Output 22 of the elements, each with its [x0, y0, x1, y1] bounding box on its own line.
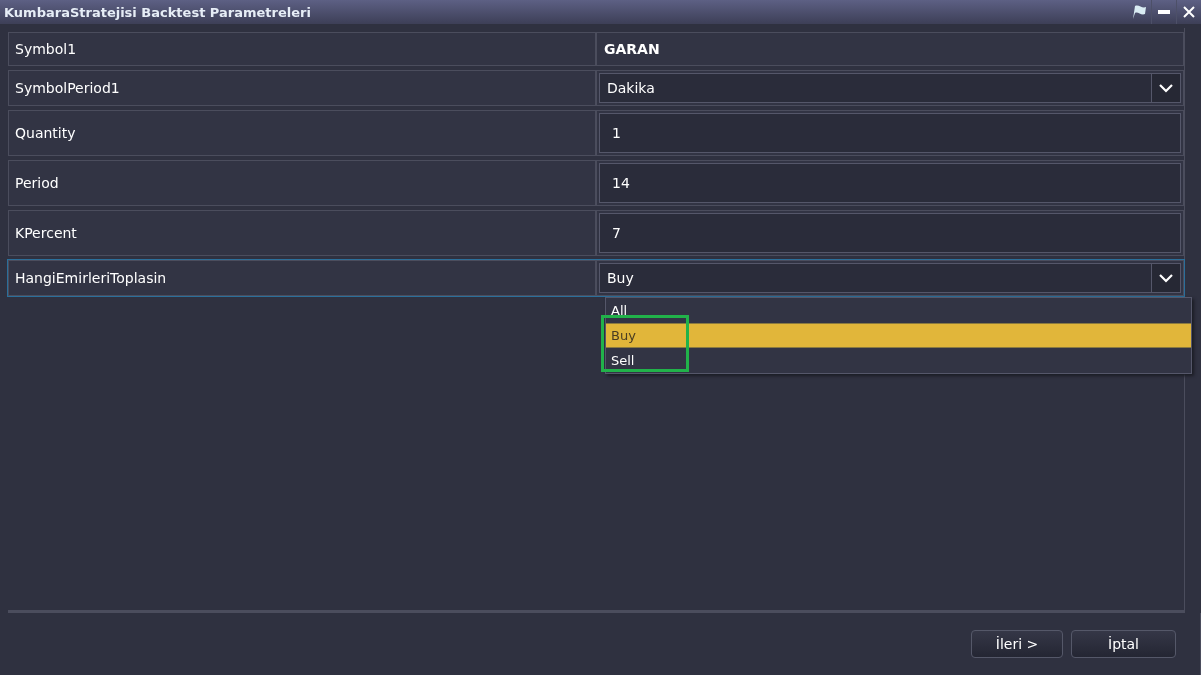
flag-icon[interactable] — [1130, 4, 1148, 20]
dropdown-option[interactable]: All — [606, 298, 1191, 323]
dropdown-option[interactable]: Sell — [606, 348, 1191, 373]
next-button[interactable]: İleri > — [971, 630, 1063, 658]
chevron-down-icon — [1159, 83, 1173, 93]
parameter-label: Symbol1 — [8, 32, 596, 66]
input-field[interactable]: 14 — [599, 163, 1181, 203]
input-field[interactable]: 1 — [599, 113, 1181, 153]
chevron-down-icon — [1159, 273, 1173, 283]
parameter-label: SymbolPeriod1 — [8, 70, 596, 106]
input-field[interactable]: 7 — [599, 213, 1181, 253]
dropdown-option[interactable]: Buy — [606, 323, 1191, 348]
parameter-label: HangiEmirleriToplasin — [8, 260, 596, 296]
parameter-label: KPercent — [8, 210, 596, 256]
value-text: GARAN — [603, 40, 660, 59]
close-icon[interactable] — [1183, 6, 1195, 18]
dropdown-field[interactable]: Dakika — [599, 73, 1181, 103]
parameter-label: Period — [8, 160, 596, 206]
parameter-label: Quantity — [8, 110, 596, 156]
dropdown-field[interactable]: Buy — [599, 263, 1181, 293]
window-title: KumbaraStratejisi Backtest Parametreleri — [4, 4, 312, 20]
cancel-button[interactable]: İptal — [1071, 630, 1176, 658]
